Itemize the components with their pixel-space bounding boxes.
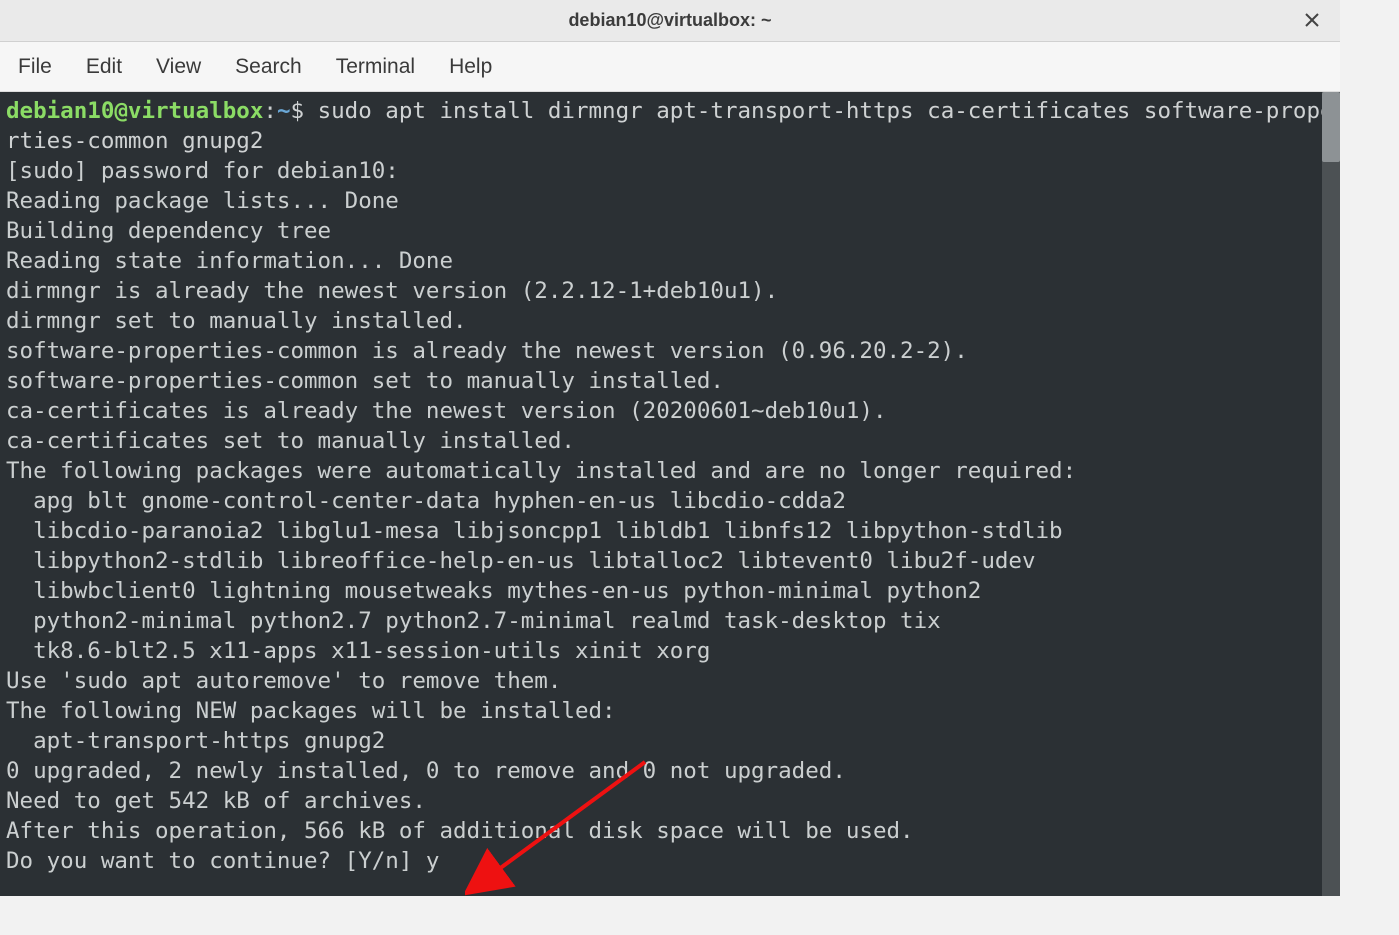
output-line: The following packages were automaticall… [6,458,1076,484]
prompt-path: ~ [277,98,291,124]
output-line: Use 'sudo apt autoremove' to remove them… [6,668,561,694]
window-title: debian10@virtualbox: ~ [568,10,771,31]
close-button[interactable] [1300,8,1324,32]
menu-help[interactable]: Help [449,55,492,79]
output-line: The following NEW packages will be insta… [6,698,616,724]
output-line: ca-certificates set to manually installe… [6,428,575,454]
output-line: [sudo] password for debian10: [6,158,412,184]
prompt-symbol: $ [290,98,304,124]
scrollbar-track[interactable] [1322,92,1340,896]
terminal-window: debian10@virtualbox: ~ File Edit View Se… [0,0,1340,896]
menubar: File Edit View Search Terminal Help [0,42,1340,92]
close-icon [1305,13,1319,27]
menu-terminal[interactable]: Terminal [336,55,415,79]
terminal-body[interactable]: debian10@virtualbox:~$ sudo apt install … [0,92,1340,896]
output-line: software-properties-common set to manual… [6,368,724,394]
output-line: Need to get 542 kB of archives. [6,788,426,814]
menu-file[interactable]: File [18,55,52,79]
output-line: Reading state information... Done [6,248,453,274]
output-line: dirmngr set to manually installed. [6,308,467,334]
output-line: Do you want to continue? [Y/n] y [6,848,439,874]
output-line: dirmngr is already the newest version (2… [6,278,778,304]
output-line: After this operation, 566 kB of addition… [6,818,914,844]
output-line: apt-transport-https gnupg2 [6,728,385,754]
output-line: software-properties-common is already th… [6,338,968,364]
titlebar: debian10@virtualbox: ~ [0,0,1340,42]
output-line: Building dependency tree [6,218,426,244]
menu-search[interactable]: Search [235,55,302,79]
output-line: libwbclient0 lightning mousetweaks mythe… [6,578,981,604]
menu-view[interactable]: View [156,55,201,79]
output-line: ca-certificates is already the newest ve… [6,398,887,424]
output-line: libpython2-stdlib libreoffice-help-en-us… [6,548,1036,574]
output-line: Reading package lists... Done [6,188,399,214]
prompt-sep: : [263,98,277,124]
output-line: 0 upgraded, 2 newly installed, 0 to remo… [6,758,846,784]
scrollbar-thumb[interactable] [1322,92,1340,162]
output-line: libcdio-paranoia2 libglu1-mesa libjsoncp… [6,518,1063,544]
output-line: tk8.6-blt2.5 x11-apps x11-session-utils … [6,638,710,664]
menu-edit[interactable]: Edit [86,55,122,79]
prompt-userhost: debian10@virtualbox [6,98,263,124]
output-line: python2-minimal python2.7 python2.7-mini… [6,608,941,634]
output-line: apg blt gnome-control-center-data hyphen… [6,488,846,514]
